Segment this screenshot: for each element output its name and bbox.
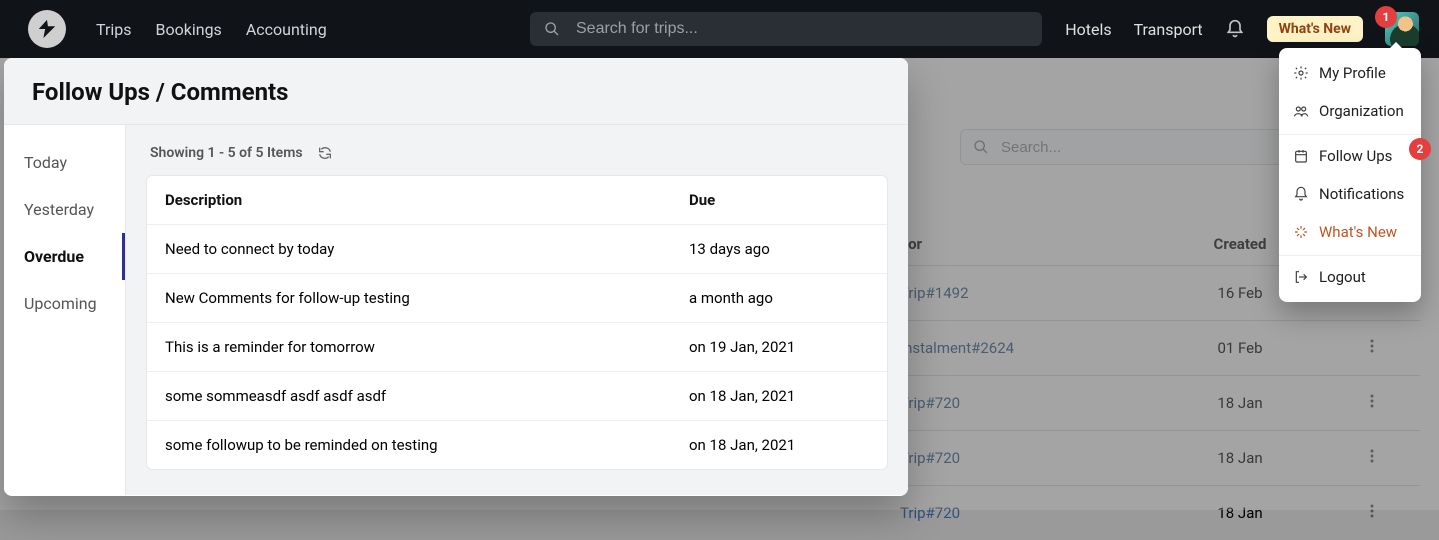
follow-ups-badge: 2 [1409,138,1431,160]
col-due: Due [689,191,869,209]
avatar-wrap: 1 [1385,12,1419,46]
due-cell: a month ago [689,289,869,307]
menu-label: What's New [1319,223,1397,241]
bell-icon[interactable] [1225,19,1245,39]
menu-label: Notifications [1319,185,1404,203]
menu-label: My Profile [1319,64,1386,82]
desc-cell: some followup to be reminded on testing [165,436,689,454]
global-search[interactable] [530,12,1042,46]
followups-panel: Follow Ups / Comments Today Yesterday Ov… [4,58,908,496]
avatar-badge: 1 [1375,6,1397,28]
menu-logout[interactable]: Logout [1279,255,1421,296]
refresh-icon[interactable] [317,145,333,161]
desc-cell: This is a reminder for tomorrow [165,338,689,356]
followups-tabs: Today Yesterday Overdue Upcoming [4,125,126,495]
due-cell: on 18 Jan, 2021 [689,387,869,405]
menu-label: Follow Ups [1319,147,1392,165]
col-description: Description [165,191,689,209]
global-search-input[interactable] [574,19,1028,39]
desc-cell: Need to connect by today [165,240,689,258]
users-icon [1293,103,1309,119]
nav-bookings[interactable]: Bookings [156,20,222,39]
tab-upcoming[interactable]: Upcoming [4,280,125,327]
nav-transport[interactable]: Transport [1134,20,1203,39]
menu-follow-ups[interactable]: Follow Ups 2 [1279,134,1421,175]
nav-accounting[interactable]: Accounting [246,20,327,39]
app-logo[interactable] [28,10,66,48]
tab-today[interactable]: Today [4,139,125,186]
table-row[interactable]: some followup to be reminded on testing … [147,420,887,469]
showing-label: Showing 1 - 5 of 5 Items [150,145,303,161]
menu-label: Logout [1319,268,1366,286]
nav-hotels[interactable]: Hotels [1065,20,1111,39]
due-cell: on 18 Jan, 2021 [689,436,869,454]
user-menu: My Profile Organization Follow Ups 2 Not… [1279,48,1421,302]
menu-my-profile[interactable]: My Profile [1279,54,1421,92]
calendar-icon [1293,148,1309,164]
followups-table: Description Due Need to connect by today… [146,175,888,470]
desc-cell: New Comments for follow-up testing [165,289,689,307]
logout-icon [1293,269,1309,285]
due-cell: 13 days ago [689,240,869,258]
table-row[interactable]: some sommeasdf asdf asdf asdf on 18 Jan,… [147,371,887,420]
bell-icon [1293,186,1309,202]
menu-label: Organization [1319,102,1404,120]
desc-cell: some sommeasdf asdf asdf asdf [165,387,689,405]
table-row[interactable]: Need to connect by today 13 days ago [147,224,887,273]
top-nav: Trips Bookings Accounting Hotels Transpo… [0,0,1439,58]
gear-icon [1293,65,1309,81]
tab-overdue[interactable]: Overdue [4,233,125,280]
menu-whats-new[interactable]: What's New [1279,213,1421,251]
menu-notifications[interactable]: Notifications [1279,175,1421,213]
table-row[interactable]: This is a reminder for tomorrow on 19 Ja… [147,322,887,371]
whats-new-button[interactable]: What's New [1267,16,1363,42]
nav-trips[interactable]: Trips [96,20,132,39]
tab-yesterday[interactable]: Yesterday [4,186,125,233]
menu-organization[interactable]: Organization [1279,92,1421,130]
panel-title: Follow Ups / Comments [32,78,880,106]
table-row[interactable]: New Comments for follow-up testing a mon… [147,273,887,322]
search-icon [544,21,560,37]
sparkle-icon [1293,224,1309,240]
due-cell: on 19 Jan, 2021 [689,338,869,356]
